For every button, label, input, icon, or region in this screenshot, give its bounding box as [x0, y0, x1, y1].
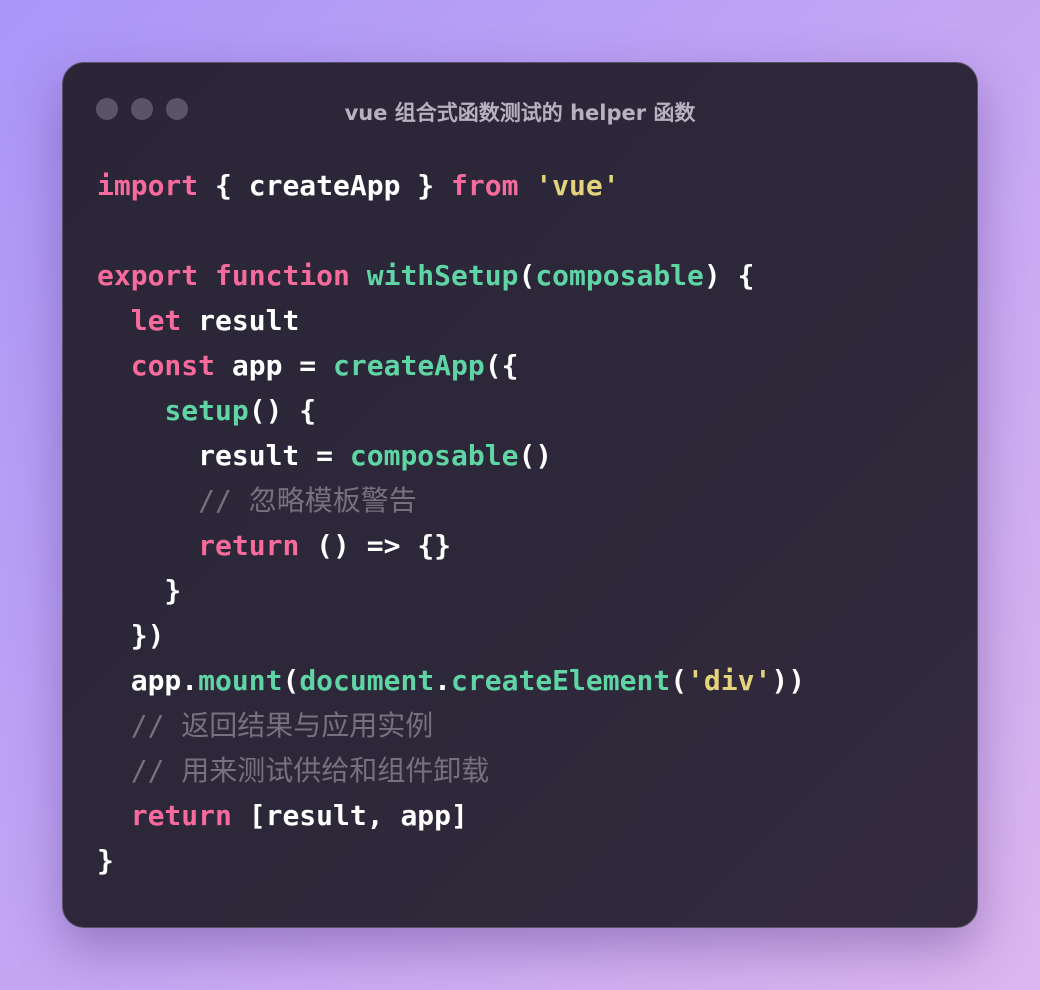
code-token-keyword: from [451, 169, 519, 202]
code-token-function-name: createApp [333, 349, 485, 382]
code-token-plain: )) [771, 664, 806, 697]
code-token-plain: result = [97, 439, 350, 472]
code-token-keyword: return [198, 529, 300, 562]
code-token-function-name: document [299, 664, 435, 697]
code-token-function-name: composable [349, 439, 519, 472]
code-token-plain: { createApp } [198, 169, 452, 202]
code-line: // 返回结果与应用实例 [97, 703, 805, 748]
code-line: import { createApp } from 'vue' [97, 163, 805, 208]
code-token-plain: () { [248, 394, 317, 427]
code-line: return [result, app] [97, 793, 805, 838]
code-token-function-name: createElement [451, 664, 671, 697]
code-token-plain: . [434, 664, 452, 697]
code-token-keyword: const [130, 349, 216, 382]
code-line: const app = createApp({ [97, 343, 805, 388]
code-token-plain: } [97, 844, 114, 877]
code-token-plain: ({ [484, 349, 519, 382]
code-token-function-name: withSetup [366, 259, 519, 292]
code-token-function-name: composable [535, 259, 704, 292]
code-line: } [97, 838, 805, 883]
code-token-function-name: setup [164, 394, 249, 427]
code-token-function-name: mount [198, 664, 283, 697]
code-line: return () => {} [97, 523, 805, 568]
code-token-plain: () => {} [299, 529, 452, 562]
code-token-keyword: export [97, 259, 199, 292]
code-line: }) [97, 613, 805, 658]
code-line: // 忽略模板警告 [97, 478, 805, 523]
code-token-comment: // 用来测试供给和组件卸载 [130, 754, 490, 787]
code-token-plain: ( [518, 259, 536, 292]
code-token-plain: () [518, 439, 553, 472]
code-token-plain: } [97, 574, 182, 607]
code-token-plain: ( [670, 664, 688, 697]
code-token-plain: result [181, 304, 300, 337]
code-line: result = composable() [97, 433, 805, 478]
code-window: vue 组合式函数测试的 helper 函数 import { createAp… [62, 62, 978, 928]
window-title: vue 组合式函数测试的 helper 函数 [344, 101, 696, 125]
code-token-plain: ) { [703, 259, 755, 292]
window-titlebar: vue 组合式函数测试的 helper 函数 [63, 63, 977, 157]
code-line: app.mount(document.createElement('div')) [97, 658, 805, 703]
code-line: export function withSetup(composable) { [97, 253, 805, 298]
code-line: } [97, 568, 805, 613]
code-token-keyword: import [97, 169, 199, 202]
code-token-keyword: function [215, 259, 350, 292]
code-token-plain: app. [97, 664, 199, 697]
code-token-comment: // 忽略模板警告 [198, 484, 417, 517]
code-token-plain: ( [282, 664, 300, 697]
code-token-plain: }) [97, 619, 165, 652]
code-token-keyword: return [130, 799, 232, 832]
code-line: // 用来测试供给和组件卸载 [97, 748, 805, 793]
code-token-keyword: let [130, 304, 182, 337]
code-token-comment: // 返回结果与应用实例 [130, 709, 434, 742]
code-line: let result [97, 298, 805, 343]
code-token-plain: [result, app] [231, 799, 468, 832]
code-line: setup() { [97, 388, 805, 433]
code-token-string: 'div' [687, 664, 772, 697]
code-token-string: 'vue' [535, 169, 620, 202]
code-block[interactable]: import { createApp } from 'vue' export f… [97, 163, 805, 883]
code-token-plain: app = [215, 349, 334, 382]
